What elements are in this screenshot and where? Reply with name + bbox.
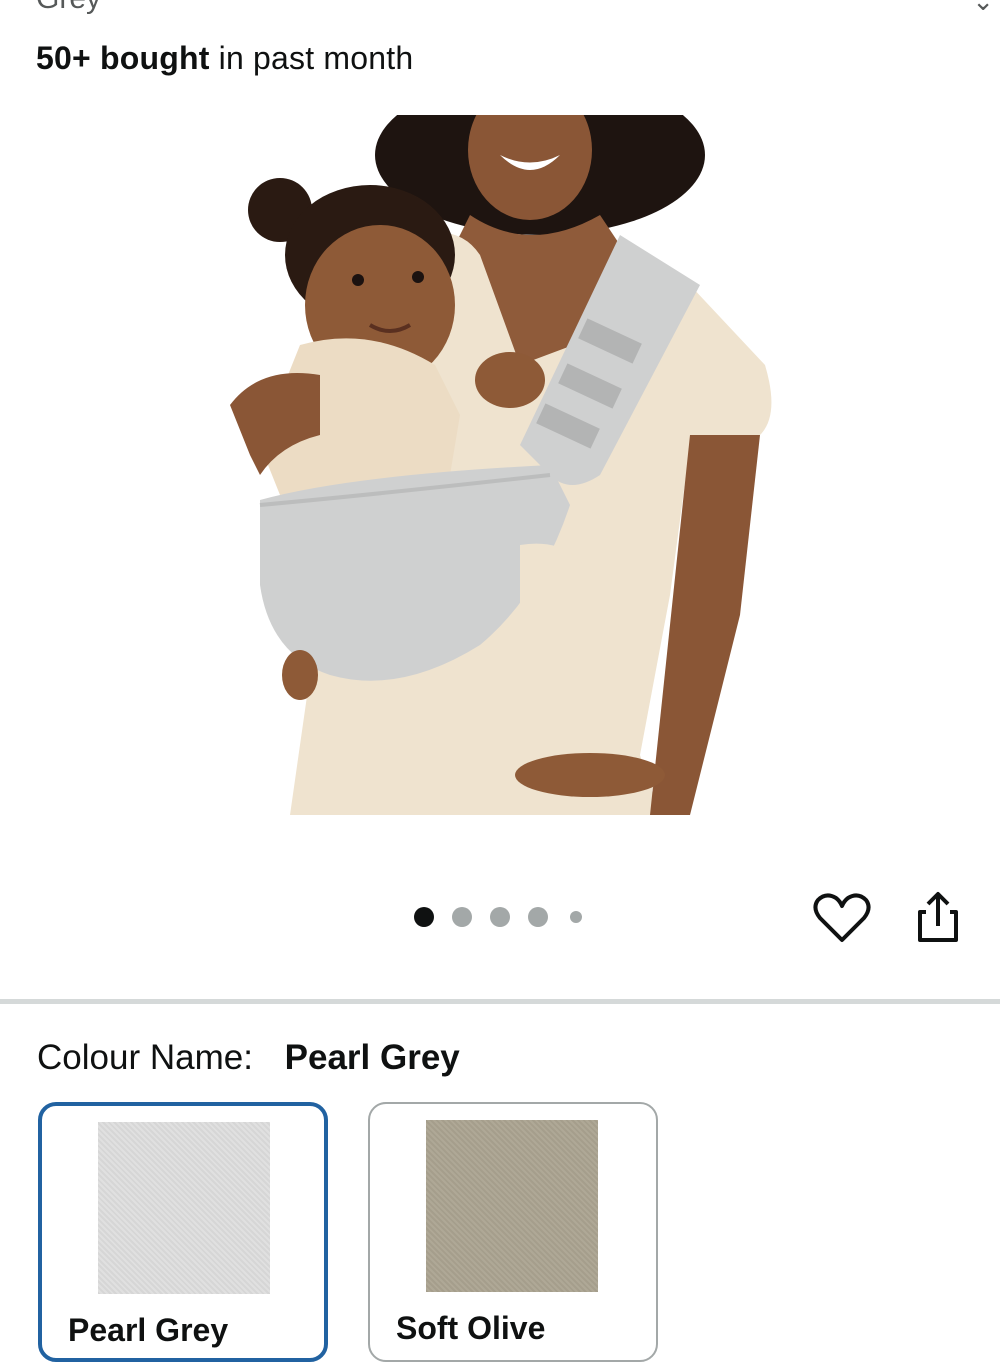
variant-title-cut: Grey (36, 0, 101, 16)
bought-in-past-month: 50+ bought in past month (36, 40, 413, 77)
carousel-dot-active[interactable] (414, 907, 434, 927)
colour-label: Colour Name: (37, 1038, 253, 1077)
share-button[interactable] (910, 888, 966, 948)
carousel-dot[interactable] (490, 907, 510, 927)
product-photo (230, 75, 772, 815)
colour-name-row: Colour Name: Pearl Grey (37, 1038, 460, 1078)
colour-value: Pearl Grey (284, 1038, 460, 1077)
colour-option-pearl-grey[interactable]: Pearl Grey (38, 1102, 328, 1362)
swatch-name: Soft Olive (396, 1310, 546, 1346)
chevron-down-icon[interactable]: ⌄ (972, 0, 994, 17)
colour-option-soft-olive[interactable]: Soft Olive (368, 1102, 658, 1362)
section-divider (0, 999, 1000, 1004)
heart-icon (813, 893, 871, 942)
bought-count: 50+ bought (36, 40, 210, 76)
swatch-name: Pearl Grey (68, 1312, 229, 1348)
wishlist-button[interactable] (812, 890, 872, 946)
carousel-dot[interactable] (452, 907, 472, 927)
bought-suffix: in past month (209, 40, 414, 76)
swatch-image (98, 1122, 270, 1294)
share-icon (918, 892, 958, 942)
carousel-dot[interactable] (570, 911, 582, 923)
carousel-dot[interactable] (528, 907, 548, 927)
swatch-image (426, 1120, 598, 1292)
product-image[interactable] (220, 75, 790, 815)
